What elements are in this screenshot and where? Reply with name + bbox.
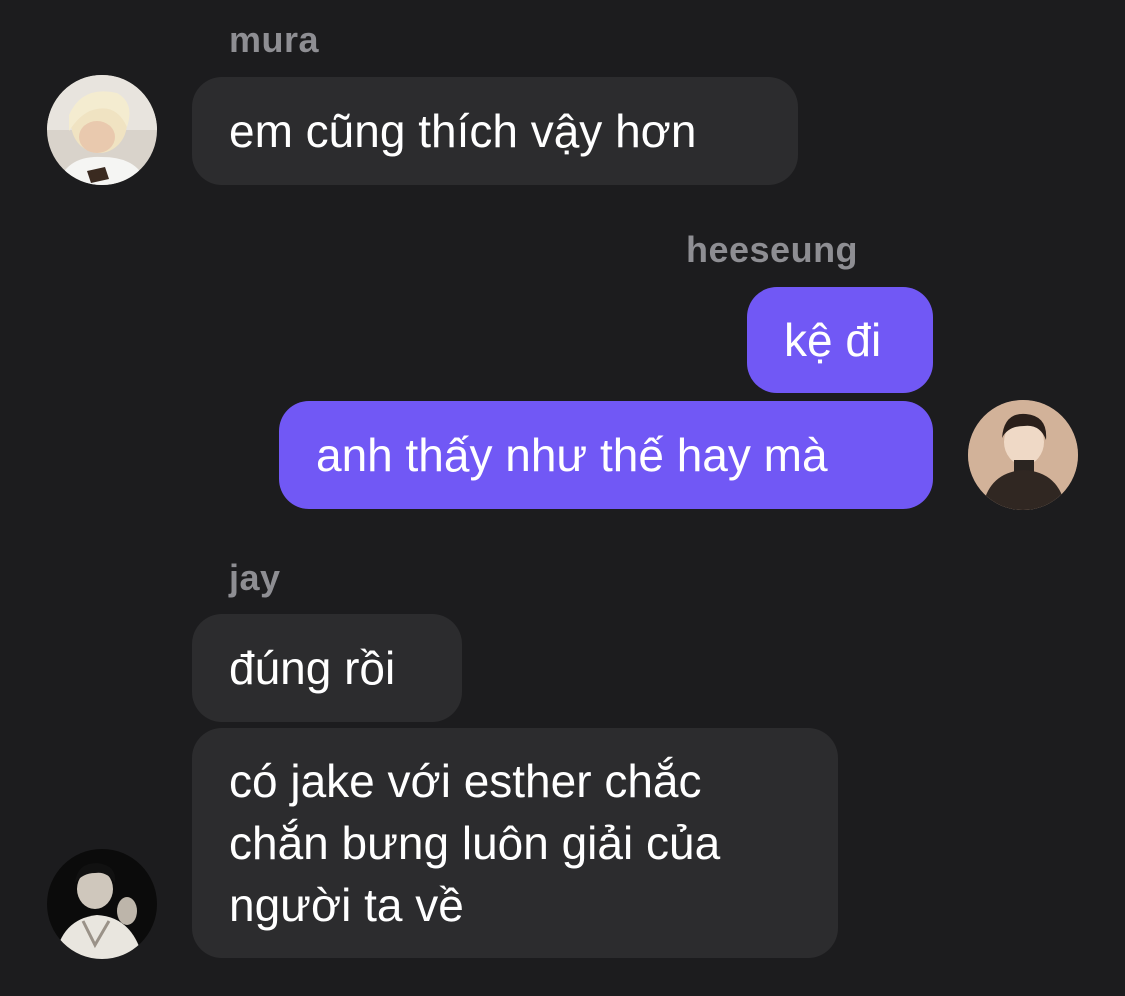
user-avatar-mura-icon [47, 75, 157, 185]
sender-name-jay: jay [229, 557, 281, 598]
message-text: em cũng thích vậy hơn [229, 105, 697, 157]
message-bubble[interactable]: kệ đi [747, 287, 933, 393]
message-text: anh thấy như thế hay mà [316, 429, 828, 481]
message-text: kệ đi [784, 314, 882, 366]
sender-name-mura: mura [229, 19, 320, 60]
user-avatar-jay-icon [47, 849, 157, 959]
chat-thread: mura em cũng thích vậy hơn heeseung kệ đ… [0, 0, 1125, 996]
message-bubble[interactable]: có jake với esther chắc chắn bưng luôn g… [192, 728, 838, 958]
message-bubble[interactable]: anh thấy như thế hay mà [279, 401, 933, 509]
message-bubble[interactable]: em cũng thích vậy hơn [192, 77, 798, 185]
message-text-line: chắn bưng luôn giải của [229, 817, 721, 869]
sender-name-heeseung: heeseung [686, 229, 859, 270]
user-avatar-heeseung-icon [968, 400, 1078, 510]
message-bubble[interactable]: đúng rồi [192, 614, 462, 722]
avatar-jay[interactable] [47, 849, 157, 959]
message-text-line: người ta về [229, 879, 464, 931]
message-text-line: có jake với esther chắc [229, 755, 702, 807]
avatar-heeseung[interactable] [968, 400, 1078, 510]
avatar-mura[interactable] [47, 75, 157, 185]
message-text: đúng rồi [229, 642, 396, 694]
